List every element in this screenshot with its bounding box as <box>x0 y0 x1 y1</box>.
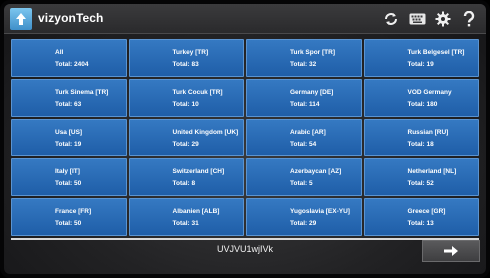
tile-total: Total: 10 <box>172 100 199 108</box>
tile-total: Total: 180 <box>407 100 438 108</box>
tile-name: VOD Germany <box>407 88 452 96</box>
tile-name: All <box>55 49 64 56</box>
tile-name: Azerbaycan [AZ] <box>290 168 342 176</box>
category-tile-germany[interactable]: Germany [DE] Total: 114 <box>246 78 362 117</box>
tile-total: Total: 29 <box>172 140 199 148</box>
tile-name: Turkey [TR] <box>172 49 209 56</box>
tile-total: Total: 52 <box>407 180 434 188</box>
tv-screen: vizyonTech All Total: 2404 Turkey [TR] T… <box>0 0 490 278</box>
app-window: vizyonTech All Total: 2404 Turkey [TR] T… <box>4 4 486 274</box>
tile-name: Turk Cocuk [TR] <box>172 88 223 96</box>
keyboard-icon <box>409 13 425 25</box>
tile-total: Total: 19 <box>407 61 434 68</box>
header-actions <box>382 10 478 28</box>
arrow-right-icon <box>444 246 458 256</box>
category-tile-russian[interactable]: Russian [RU] Total: 18 <box>363 118 479 157</box>
tile-total: Total: 63 <box>55 100 82 108</box>
tile-name: Usa [US] <box>55 128 83 136</box>
tile-total: Total: 50 <box>55 220 82 228</box>
tile-total: Total: 50 <box>55 180 82 188</box>
category-tile-all[interactable]: All Total: 2404 <box>11 39 127 77</box>
tile-name: Netherland [NL] <box>407 168 457 176</box>
category-tile-united-kingdom[interactable]: United Kingdom [UK] Total: 29 <box>128 118 244 157</box>
refresh-icon <box>385 13 397 25</box>
category-tile-turk-sinema[interactable]: Turk Sinema [TR] Total: 63 <box>11 78 127 117</box>
tile-total: Total: 54 <box>290 140 317 148</box>
category-tile-turk-belgesel[interactable]: Turk Belgesel [TR] Total: 19 <box>363 39 479 77</box>
tile-name: Turk Belgesel [TR] <box>407 49 465 56</box>
tile-name: Greece [GR] <box>407 208 446 216</box>
category-tile-turk-spor[interactable]: Turk Spor [TR] Total: 32 <box>246 39 362 77</box>
tile-total: Total: 5 <box>290 180 313 188</box>
tile-name: Albanien [ALB] <box>172 208 220 216</box>
tile-name: United Kingdom [UK] <box>172 128 239 136</box>
category-tile-switzerland[interactable]: Switzerland [CH] Total: 8 <box>128 158 244 197</box>
tile-total: Total: 13 <box>407 220 434 228</box>
category-tile-arabic[interactable]: Arabic [AR] Total: 54 <box>246 118 362 157</box>
device-code: UVJVU1wjIVk <box>216 244 273 254</box>
tile-total: Total: 18 <box>407 140 434 148</box>
tile-total: Total: 31 <box>172 220 199 228</box>
tile-total: Total: 2404 <box>55 61 89 68</box>
category-tile-turkey[interactable]: Turkey [TR] Total: 83 <box>128 39 244 77</box>
tile-total: Total: 114 <box>290 100 320 108</box>
settings-icon <box>435 11 451 27</box>
refresh-button[interactable] <box>382 10 400 28</box>
keyboard-button[interactable] <box>408 10 426 28</box>
category-grid: All Total: 2404 Turkey [TR] Total: 83 Tu… <box>11 39 479 236</box>
next-button[interactable] <box>422 240 480 262</box>
header-bar: vizyonTech <box>4 4 486 34</box>
category-tile-yugoslavia[interactable]: Yugoslavia [EX-YU] Total: 29 <box>246 198 362 236</box>
tile-total: Total: 8 <box>172 180 196 188</box>
tile-name: Turk Sinema [TR] <box>55 88 109 96</box>
settings-button[interactable] <box>434 10 452 28</box>
help-button[interactable] <box>460 10 478 28</box>
tile-total: Total: 32 <box>290 61 317 68</box>
tile-name: Russian [RU] <box>407 128 449 136</box>
tile-name: Italy [IT] <box>55 168 80 176</box>
back-arrow-icon <box>16 13 26 25</box>
category-tile-italy[interactable]: Italy [IT] Total: 50 <box>11 158 127 197</box>
tile-name: France [FR] <box>55 208 92 216</box>
category-tile-vod-germany[interactable]: VOD Germany Total: 180 <box>363 78 479 117</box>
tile-name: Germany [DE] <box>290 88 334 96</box>
back-button[interactable] <box>10 8 32 30</box>
category-tile-azerbaycan[interactable]: Azerbaycan [AZ] Total: 5 <box>246 158 362 197</box>
category-tile-greece[interactable]: Greece [GR] Total: 13 <box>363 198 479 236</box>
category-tile-france[interactable]: France [FR] Total: 50 <box>11 198 127 236</box>
tile-name: Yugoslavia [EX-YU] <box>290 208 350 216</box>
category-tile-turk-cocuk[interactable]: Turk Cocuk [TR] Total: 10 <box>128 78 244 117</box>
tile-total: Total: 29 <box>290 220 317 228</box>
category-tile-netherland[interactable]: Netherland [NL] Total: 52 <box>363 158 479 197</box>
tile-name: Arabic [AR] <box>290 128 326 136</box>
category-tile-usa[interactable]: Usa [US] Total: 19 <box>11 118 127 157</box>
footer-divider <box>11 238 479 240</box>
tile-total: Total: 19 <box>55 140 82 148</box>
tile-name: Turk Spor [TR] <box>290 49 336 56</box>
tile-total: Total: 83 <box>172 61 199 68</box>
tile-name: Switzerland [CH] <box>172 168 225 176</box>
app-title: vizyonTech <box>38 11 104 25</box>
help-icon <box>463 11 475 27</box>
category-tile-albanien[interactable]: Albanien [ALB] Total: 31 <box>128 198 244 236</box>
